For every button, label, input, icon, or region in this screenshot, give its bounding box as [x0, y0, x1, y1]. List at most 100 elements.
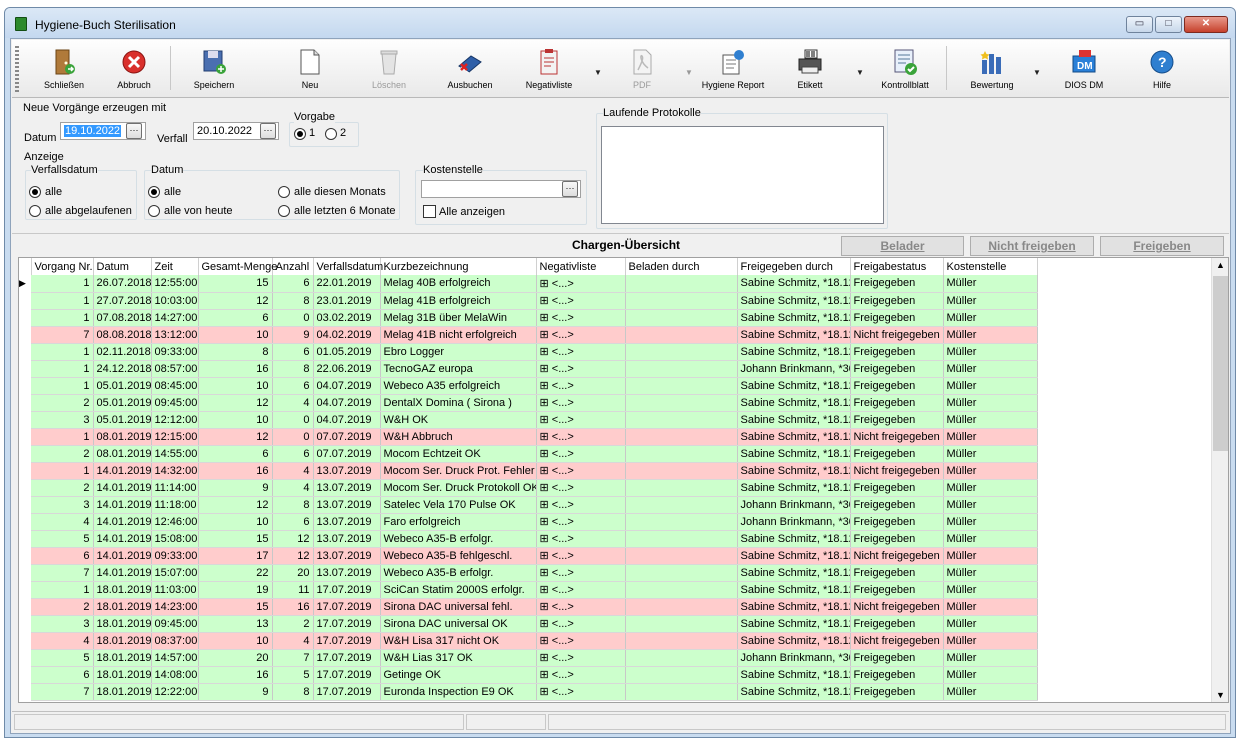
table-cell[interactable]: 01.05.2019	[313, 343, 381, 361]
table-cell[interactable]: 6	[31, 547, 94, 565]
table-cell[interactable]: ⊞ <...>	[536, 479, 626, 497]
table-cell[interactable]: Johann Brinkmann, *30	[737, 649, 851, 667]
table-cell[interactable]: 13.07.2019	[313, 547, 381, 565]
table-cell[interactable]: Müller	[943, 598, 1038, 616]
table-cell[interactable]: ⊞ <...>	[536, 309, 626, 327]
table-cell[interactable]: Müller	[943, 445, 1038, 463]
table-cell[interactable]: ⊞ <...>	[536, 428, 626, 446]
table-cell[interactable]: 14:08:00	[151, 666, 199, 684]
date-month-radio[interactable]	[278, 186, 290, 198]
table-cell[interactable]: Müller	[943, 394, 1038, 412]
table-cell[interactable]	[625, 649, 738, 667]
table-cell[interactable]: ⊞ <...>	[536, 292, 626, 310]
table-cell[interactable]: Sabine Schmitz, *18.12	[737, 666, 851, 684]
date-all-radio[interactable]	[148, 186, 160, 198]
table-cell[interactable]: 16	[198, 462, 273, 480]
table-cell[interactable]: 7	[31, 683, 94, 701]
table-cell[interactable]: 12	[198, 394, 273, 412]
table-cell[interactable]: 09:45:00	[151, 394, 199, 412]
table-cell[interactable]: ⊞ <...>	[536, 564, 626, 582]
table-cell[interactable]: 1	[31, 343, 94, 361]
toolbar-grip[interactable]	[15, 46, 19, 92]
table-cell[interactable]: Freigegeben	[850, 615, 944, 633]
show-all-checkbox[interactable]	[423, 205, 436, 218]
table-cell[interactable]: Johann Brinkmann, *30	[737, 360, 851, 378]
table-cell[interactable]: ⊞ <...>	[536, 445, 626, 463]
table-cell[interactable]: Sabine Schmitz, *18.12	[737, 564, 851, 582]
date-6months-radio[interactable]	[278, 205, 290, 217]
table-cell[interactable]: ⊞ <...>	[536, 377, 626, 395]
table-cell[interactable]: Webeco A35-B fehlgeschl.	[380, 547, 537, 565]
table-row[interactable]: 1 07.08.2018 14:27:00 6 0 03.02.2019 Melag 31B…	[19, 309, 1038, 327]
table-row[interactable]: 1 14.01.2019 14:32:00 16 4 13.07.2019 Mocom Se…	[19, 462, 1038, 480]
table-cell[interactable]: Mocom Ser. Druck Prot. Fehler	[380, 462, 537, 480]
table-cell[interactable]	[625, 377, 738, 395]
table-cell[interactable]: Sabine Schmitz, *18.12	[737, 683, 851, 701]
table-cell[interactable]: Müller	[943, 683, 1038, 701]
minimize-button[interactable]: ▭	[1126, 16, 1153, 33]
table-cell[interactable]: 16	[198, 360, 273, 378]
table-cell[interactable]	[625, 394, 738, 412]
table-cell[interactable]: 7	[31, 326, 94, 344]
table-cell[interactable]: 05.01.2019	[93, 377, 152, 395]
table-cell[interactable]: 3	[31, 496, 94, 514]
table-cell[interactable]: 12:15:00	[151, 428, 199, 446]
table-row[interactable]: 7 08.08.2018 13:12:00 10 9 04.02.2019 Melag 41…	[19, 326, 1038, 344]
column-header[interactable]: Freigabestatus	[850, 258, 944, 275]
table-cell[interactable]: 12:12:00	[151, 411, 199, 429]
table-cell[interactable]: ⊞ <...>	[536, 615, 626, 633]
table-cell[interactable]: 15	[198, 275, 273, 293]
date-picker-button[interactable]: ···	[126, 123, 142, 139]
table-cell[interactable]: 6	[198, 445, 273, 463]
table-cell[interactable]: 6	[272, 275, 314, 293]
table-cell[interactable]	[625, 411, 738, 429]
table-cell[interactable]: 13	[198, 615, 273, 633]
column-header[interactable]: Kurzbezeichnung	[380, 258, 537, 275]
table-cell[interactable]	[625, 292, 738, 310]
table-cell[interactable]	[625, 632, 738, 650]
table-cell[interactable]: Nicht freigegeben	[850, 326, 944, 344]
rating-dropdown-arrow[interactable]: ▼	[1033, 68, 1041, 77]
table-cell[interactable]: Sabine Schmitz, *18.12	[737, 428, 851, 446]
table-cell[interactable]: 1	[31, 309, 94, 327]
table-cell[interactable]	[625, 496, 738, 514]
table-cell[interactable]: Freigegeben	[850, 343, 944, 361]
table-cell[interactable]: 17.07.2019	[313, 683, 381, 701]
table-cell[interactable]: 13.07.2019	[313, 479, 381, 497]
table-cell[interactable]: Nicht freigegeben	[850, 547, 944, 565]
table-cell[interactable]: 07.07.2019	[313, 445, 381, 463]
cancel-toolbar-button[interactable]: Abbruch	[108, 42, 160, 94]
table-cell[interactable]: ⊞ <...>	[536, 275, 626, 293]
table-cell[interactable]: Müller	[943, 564, 1038, 582]
table-cell[interactable]: 2	[31, 598, 94, 616]
table-cell[interactable]: 4	[31, 513, 94, 531]
table-cell[interactable]: 09:45:00	[151, 615, 199, 633]
table-cell[interactable]	[625, 462, 738, 480]
table-cell[interactable]: Freigegeben	[850, 479, 944, 497]
table-row[interactable]: 1 24.12.2018 08:57:00 16 8 22.06.2019 TecnoGAZ…	[19, 360, 1038, 378]
table-cell[interactable]: 7	[31, 564, 94, 582]
table-row[interactable]: 6 18.01.2019 14:08:00 16 5 17.07.2019 Getinge …	[19, 666, 1038, 684]
checklist-toolbar-button[interactable]: Kontrollblatt	[874, 42, 936, 94]
table-cell[interactable]: 04.07.2019	[313, 394, 381, 412]
table-cell[interactable]: Sabine Schmitz, *18.12	[737, 394, 851, 412]
table-cell[interactable]: 13.07.2019	[313, 513, 381, 531]
table-cell[interactable]: Melag 41B nicht erfolgreich	[380, 326, 537, 344]
scroll-thumb[interactable]	[1213, 276, 1228, 451]
help-toolbar-button[interactable]: ? Hilfe	[1140, 42, 1184, 94]
approve-button[interactable]: Freigeben	[1100, 236, 1224, 256]
table-cell[interactable]: Melag 40B erfolgreich	[380, 275, 537, 293]
table-cell[interactable]: Mocom Echtzeit OK	[380, 445, 537, 463]
table-cell[interactable]: 13.07.2019	[313, 496, 381, 514]
column-header[interactable]: Beladen durch	[625, 258, 738, 275]
label-dropdown-arrow[interactable]: ▼	[856, 68, 864, 77]
table-cell[interactable]: 17.07.2019	[313, 615, 381, 633]
table-cell[interactable]: Johann Brinkmann, *30	[737, 496, 851, 514]
table-cell[interactable]: Sabine Schmitz, *18.12	[737, 343, 851, 361]
table-cell[interactable]: Nicht freigegeben	[850, 632, 944, 650]
table-cell[interactable]: 9	[198, 683, 273, 701]
table-row[interactable]: 1 02.11.2018 09:33:00 8 6 01.05.2019 Ebro Logg…	[19, 343, 1038, 361]
table-cell[interactable]: Melag 31B über MelaWin	[380, 309, 537, 327]
table-cell[interactable]: 9	[198, 479, 273, 497]
table-cell[interactable]: 04.02.2019	[313, 326, 381, 344]
